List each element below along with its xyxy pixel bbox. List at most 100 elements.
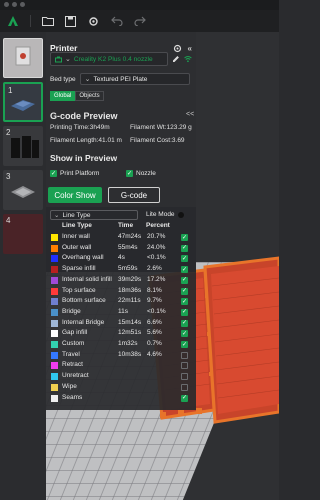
view-mode-buttons: Color Show G-code <box>48 187 160 203</box>
visibility-checkbox-checked[interactable]: ✓ <box>181 341 188 348</box>
plate-thumbnail-2[interactable]: 2 <box>3 126 43 166</box>
checkbox-checked[interactable]: ✓ <box>50 170 57 177</box>
line-type-time: 5m59s <box>118 265 138 273</box>
line-type-select[interactable]: ⌄ Line Type <box>50 210 138 220</box>
visibility-checkbox-checked[interactable]: ✓ <box>181 298 188 306</box>
col-time: Time <box>118 222 134 229</box>
color-swatch <box>51 234 58 241</box>
printer-select[interactable]: ⌄ Creality K2 Plus 0.4 nozzle <box>50 52 169 66</box>
legend-row[interactable]: Travel 10m38s 4.6% <box>49 351 195 361</box>
legend-row[interactable]: Custom 1m32s 0.7% ✓ <box>49 340 195 350</box>
print-platform-toggle[interactable]: ✓ Print Platform <box>50 170 99 177</box>
color-swatch <box>51 266 58 274</box>
chevron-down-icon: ⌄ <box>65 56 71 63</box>
line-type-time: 18m36s <box>118 286 142 294</box>
visibility-checkbox-checked[interactable]: ✓ <box>181 255 188 263</box>
print-platform-label: Print Platform <box>60 170 100 177</box>
visibility-checkbox-checked[interactable]: ✓ <box>181 244 188 252</box>
legend-row[interactable]: Seams ✓ <box>49 394 195 404</box>
lite-mode-toggle[interactable]: Lite Mode <box>146 211 184 218</box>
visibility-checkbox-unchecked[interactable] <box>181 373 188 381</box>
tab-global[interactable]: Global <box>50 91 76 101</box>
line-type-value: Line Type <box>62 211 91 219</box>
legend-row[interactable]: Bottom surface 22m11s 9.7% ✓ <box>49 297 195 307</box>
line-type-name: Inner wall <box>62 233 90 240</box>
lite-mode-label: Lite Mode <box>146 211 175 218</box>
legend-row[interactable]: Internal Bridge 15m14s 6.6% ✓ <box>49 319 195 329</box>
legend-row[interactable]: Gap infill 12m51s 5.6% ✓ <box>49 329 195 339</box>
nozzle-label: Nozzle <box>136 170 156 177</box>
toggle-switch[interactable] <box>177 211 184 218</box>
filament-weight: Filament Wt:123.29 g <box>130 124 192 131</box>
legend-row[interactable]: Outer wall 55m4s 24.0% ✓ <box>49 244 195 254</box>
color-swatch <box>51 351 58 359</box>
line-type-name: Outer wall <box>62 243 92 251</box>
open-folder-icon[interactable] <box>41 15 54 28</box>
line-type-percent: 8.1% <box>147 286 162 294</box>
visibility-checkbox-checked[interactable]: ✓ <box>181 276 188 284</box>
visibility-checkbox-checked[interactable]: ✓ <box>181 308 188 316</box>
line-type-name: Sparse infill <box>62 265 96 273</box>
bed-type-label: Bed type <box>50 75 76 83</box>
line-type-percent: 9.7% <box>147 297 162 305</box>
plate-number: 4 <box>6 216 11 225</box>
edit-printer-icon[interactable] <box>172 55 180 63</box>
gcode-collapse-button[interactable]: << <box>186 111 194 118</box>
legend-row[interactable]: Internal solid infill 39m29s 17.2% ✓ <box>49 276 195 286</box>
visibility-checkbox-unchecked[interactable] <box>181 362 188 370</box>
plate-thumbnail-3[interactable]: 3 <box>3 170 43 210</box>
checkbox-checked[interactable]: ✓ <box>126 170 133 177</box>
line-type-percent: 0.7% <box>147 340 162 347</box>
visibility-checkbox-unchecked[interactable] <box>181 383 188 391</box>
settings-icon[interactable] <box>87 15 100 28</box>
line-type-name: Internal solid infill <box>62 275 112 283</box>
color-swatch <box>51 341 58 348</box>
gcode-button[interactable]: G-code <box>108 187 160 203</box>
legend-row[interactable]: Bridge 11s <0.1% ✓ <box>49 308 195 318</box>
legend-row[interactable]: Sparse infill 5m59s 2.6% ✓ <box>49 265 195 275</box>
visibility-checkbox-unchecked[interactable] <box>181 351 188 359</box>
legend-row[interactable]: Overhang wall 4s <0.1% ✓ <box>49 254 195 264</box>
color-swatch <box>51 319 58 327</box>
visibility-checkbox-checked[interactable]: ✓ <box>181 319 188 327</box>
legend-row[interactable]: Unretract <box>49 372 195 382</box>
plate-thumbnail-4[interactable]: 4 <box>3 214 43 254</box>
filament-length: Filament Length:41.01 m <box>50 137 122 144</box>
tab-objects[interactable]: Objects <box>75 91 104 101</box>
line-type-percent: <0.1% <box>147 254 166 262</box>
redo-icon[interactable] <box>133 15 146 28</box>
visibility-checkbox-checked[interactable]: ✓ <box>181 330 188 338</box>
legend-row[interactable]: Inner wall 47m24s 20.7% ✓ <box>49 233 195 243</box>
line-type-time: 1m32s <box>118 340 138 347</box>
window-controls[interactable] <box>4 2 25 7</box>
line-type-time: 39m29s <box>118 275 142 283</box>
save-icon[interactable] <box>64 15 77 28</box>
chevron-down-icon: ⌄ <box>54 212 60 219</box>
legend-row[interactable]: Top surface 18m36s 8.1% ✓ <box>49 287 195 297</box>
col-line-type: Line Type <box>62 222 92 229</box>
visibility-checkbox-checked[interactable]: ✓ <box>181 287 188 295</box>
plate-thumbnail-1[interactable]: 1 <box>3 82 43 122</box>
line-type-percent: 20.7% <box>147 233 166 240</box>
visibility-checkbox-checked[interactable]: ✓ <box>181 266 188 274</box>
plate-number: 1 <box>8 86 13 95</box>
printing-time: Printing Time:3h49m <box>50 124 110 131</box>
bed-type-select[interactable]: ⌄ Textured PEI Plate <box>79 73 190 85</box>
color-show-button[interactable]: Color Show <box>48 187 102 203</box>
wifi-icon[interactable] <box>184 55 192 63</box>
plate-thumbnail-0[interactable] <box>3 38 43 78</box>
nozzle-toggle[interactable]: ✓ Nozzle <box>126 170 156 177</box>
legend-row[interactable]: Wipe <box>49 383 195 393</box>
color-swatch <box>51 362 58 370</box>
color-swatch <box>51 298 58 306</box>
plate-number: 3 <box>6 172 11 181</box>
legend-row[interactable]: Retract <box>49 361 195 371</box>
visibility-checkbox-checked[interactable]: ✓ <box>181 234 188 241</box>
line-type-name: Bottom surface <box>62 297 106 305</box>
undo-icon[interactable] <box>110 15 123 28</box>
line-type-percent: 5.6% <box>147 329 162 337</box>
line-type-name: Seams <box>62 393 83 401</box>
line-type-time: 12m51s <box>118 329 142 337</box>
visibility-checkbox-checked[interactable]: ✓ <box>181 394 188 402</box>
line-type-time: 47m24s <box>118 233 142 240</box>
